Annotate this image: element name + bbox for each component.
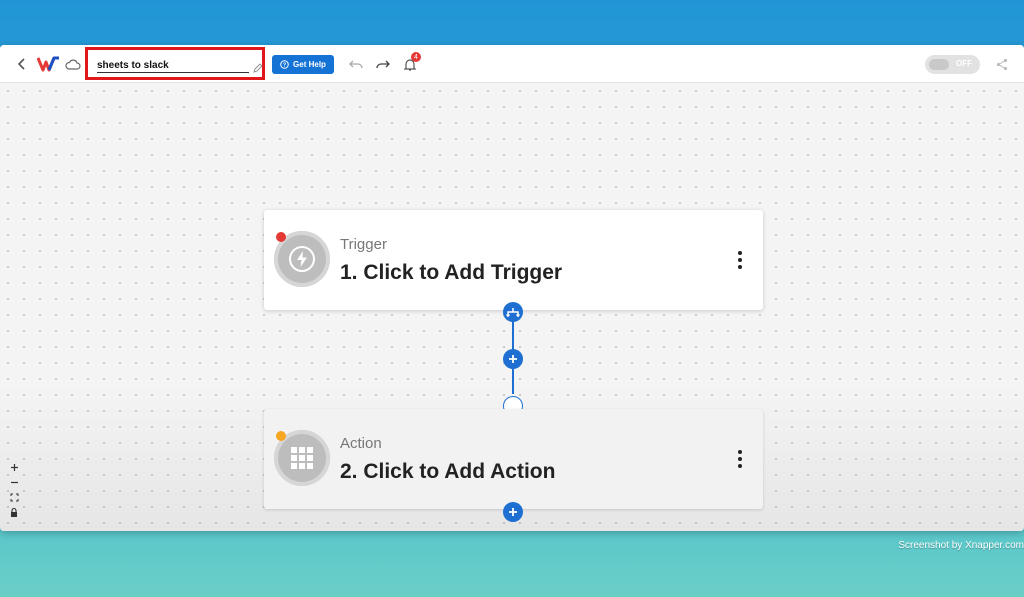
add-step-icon[interactable]	[503, 502, 523, 522]
workflow-name-highlight	[85, 47, 265, 80]
pencil-icon[interactable]	[253, 60, 263, 73]
status-dot	[276, 431, 286, 441]
workflow-name-input[interactable]	[97, 59, 249, 73]
toggle-label: OFF	[956, 59, 972, 68]
notification-badge: 4	[411, 52, 421, 62]
help-circle-icon: ?	[280, 60, 289, 69]
chevron-left-icon[interactable]	[14, 55, 30, 73]
trigger-step-card[interactable]: Trigger 1. Click to Add Trigger	[264, 210, 763, 310]
more-options-icon[interactable]	[734, 449, 746, 469]
lock-icon[interactable]	[7, 506, 21, 520]
redo-icon[interactable]	[376, 57, 390, 71]
watermark: Screenshot by Xnapper.com	[898, 540, 1024, 551]
step-label: Trigger	[340, 236, 387, 253]
zoom-controls	[6, 460, 22, 520]
workflow-on-off-toggle[interactable]: OFF	[925, 55, 980, 74]
split-path-icon[interactable]	[503, 302, 523, 322]
connector-line	[512, 369, 514, 394]
zoom-in-icon[interactable]	[7, 460, 21, 474]
add-step-icon[interactable]	[503, 349, 523, 369]
cloud-icon[interactable]	[65, 57, 81, 71]
zoom-out-icon[interactable]	[7, 475, 21, 489]
svg-text:?: ?	[283, 63, 286, 69]
more-options-icon[interactable]	[734, 250, 746, 270]
action-step-card[interactable]: Action 2. Click to Add Action	[264, 409, 763, 509]
step-label: Action	[340, 435, 382, 452]
undo-icon[interactable]	[349, 57, 363, 71]
toggle-knob	[929, 59, 949, 70]
step-title: 2. Click to Add Action	[340, 460, 556, 483]
status-dot	[276, 232, 286, 242]
workflow-editor-window: ? Get Help 4 OFF Trigger 1. Click to Add…	[0, 45, 1024, 531]
get-help-button[interactable]: ? Get Help	[272, 55, 334, 74]
w-logo-icon[interactable]	[37, 56, 61, 72]
step-title: 1. Click to Add Trigger	[340, 261, 563, 284]
fit-view-icon[interactable]	[7, 491, 21, 505]
get-help-label: Get Help	[293, 60, 326, 69]
workflow-canvas[interactable]: Trigger 1. Click to Add Trigger Action 2…	[0, 83, 1024, 531]
share-icon[interactable]	[995, 56, 1009, 72]
